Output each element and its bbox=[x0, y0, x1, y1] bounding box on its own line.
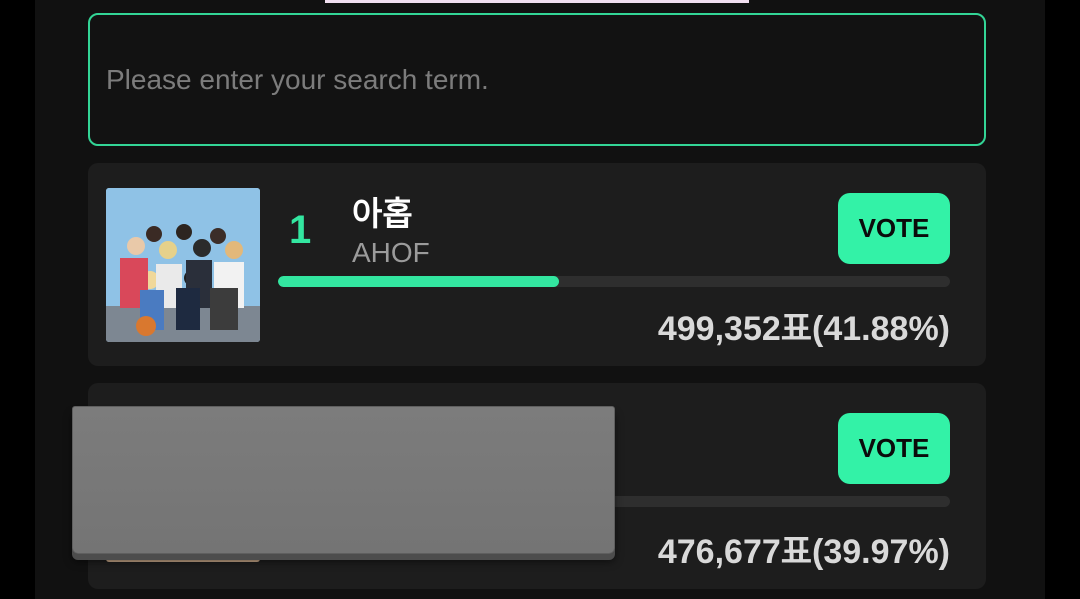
candidate-name: 아홉 bbox=[352, 194, 413, 233]
vote-button[interactable]: VOTE bbox=[838, 413, 950, 484]
candidate-card: 1 아홉 AHOF VOTE 499,352표(41.88%) bbox=[88, 163, 986, 366]
candidate-subname: AHOF bbox=[352, 237, 430, 268]
search-box[interactable] bbox=[88, 13, 986, 146]
search-input[interactable] bbox=[106, 15, 966, 144]
vote-count: 476,677표(39.97%) bbox=[657, 533, 950, 571]
vote-button[interactable]: VOTE bbox=[838, 193, 950, 264]
vote-count: 499,352표(41.88%) bbox=[657, 310, 950, 348]
redaction-overlay bbox=[72, 406, 615, 554]
vote-progress-fill bbox=[278, 276, 560, 287]
group-photo bbox=[106, 188, 260, 342]
top-banner-edge bbox=[325, 0, 749, 3]
vote-progress-bar bbox=[278, 276, 950, 287]
rank-number: 1 bbox=[289, 208, 312, 252]
